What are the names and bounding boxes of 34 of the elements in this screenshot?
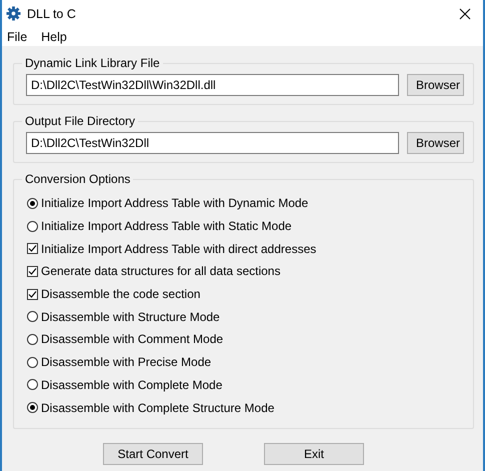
option-label: Disassemble with Precise Mode — [41, 355, 212, 370]
menu-item[interactable]: Help — [41, 30, 67, 44]
browse-button[interactable]: Browser — [407, 132, 464, 154]
option-label: Disassemble with Comment Mode — [41, 332, 224, 346]
close-icon[interactable] — [459, 8, 471, 20]
path-field[interactable]: D:\Dll2C\TestWin32Dll\Win32Dll.dll — [26, 74, 399, 96]
option-label: Disassemble with Complete Structure Mode — [41, 400, 274, 415]
checkbox[interactable] — [27, 288, 38, 300]
radio-button[interactable] — [27, 356, 38, 368]
group-title: Dynamic Link Library File — [24, 56, 161, 70]
radio-button[interactable] — [27, 379, 38, 390]
action-button[interactable]: Start Convert — [103, 442, 203, 465]
option-label: Initialize Import Address Table with direct addresses — [41, 242, 316, 256]
option-label: Disassemble with Complete Mode — [41, 378, 222, 392]
option-label: Generate data structures for all data sections — [41, 264, 280, 278]
option-label: Initialize Import Address Table with Static Mode — [41, 219, 292, 234]
path-field[interactable]: D:\Dll2C\TestWin32Dll — [26, 132, 399, 154]
action-button[interactable]: Exit — [264, 442, 364, 465]
checkbox[interactable] — [27, 243, 38, 254]
checkbox[interactable] — [27, 266, 38, 277]
gear-icon — [6, 6, 21, 21]
group-title: Output File Directory — [24, 114, 136, 128]
radio-button[interactable] — [27, 334, 38, 345]
group-title: Conversion Options — [24, 172, 132, 186]
radio-button[interactable] — [27, 198, 38, 209]
option-label: Initialize Import Address Table with Dynamic Mode — [41, 196, 308, 210]
option-label: Disassemble with Structure Mode — [41, 310, 220, 324]
menu-item[interactable]: File — [7, 30, 28, 44]
browse-button[interactable]: Browser — [407, 74, 464, 96]
radio-button[interactable] — [27, 311, 38, 322]
window-title: DLL to C — [27, 6, 77, 20]
option-label: Disassemble the code section — [41, 287, 200, 302]
radio-button[interactable] — [27, 402, 38, 414]
radio-button[interactable] — [27, 220, 38, 232]
